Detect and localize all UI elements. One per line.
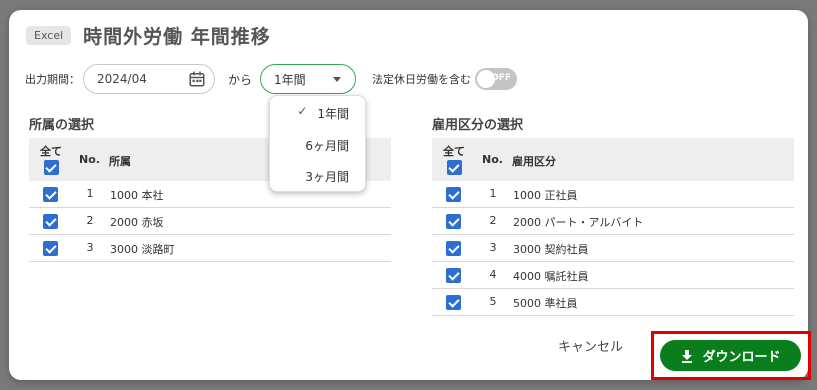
row-number: 3 [489,241,497,254]
table-row: 4 4000 嘱託社員 [432,262,794,289]
select-all-column: 全て [440,143,468,175]
affiliation-section-title: 所属の選択 [29,118,95,133]
select-all-column: 全て [37,143,65,175]
row-number: 3 [86,241,94,254]
download-label: ダウンロード [702,350,781,365]
table-row: 1 1000 正社員 [432,181,794,208]
holiday-toggle[interactable]: OFF [475,68,518,90]
holiday-label: 法定休日労働を含む [372,73,472,86]
dropdown-option-label: 3ヶ月間 [305,170,349,184]
row-name: 4000 嘱託社員 [513,270,589,283]
row-checkbox[interactable] [446,214,461,229]
row-number: 5 [489,295,497,308]
table-header: 全て No. 雇用区分 [432,138,794,181]
row-name: 1000 正社員 [513,189,578,202]
row-checkbox[interactable] [43,187,58,202]
row-name: 3000 契約社員 [513,243,589,256]
row-number: 1 [86,187,94,200]
dropdown-arrow-icon [333,76,342,82]
table-row: 3 3000 契約社員 [432,235,794,262]
start-date-field[interactable]: 2024/04 [83,64,215,94]
select-all-label: 全て [443,145,465,158]
start-date-value: 2024/04 [97,72,147,86]
download-button[interactable]: ダウンロード [660,340,801,371]
select-all-label: 全て [40,145,62,158]
duration-select[interactable]: 1年間 [260,64,357,94]
dialog-header: Excel 時間外労働 年間推移 [26,22,271,48]
duration-dropdown-menu: ✓ 1年間 6ヶ月間 3ヶ月間 [269,95,366,192]
dropdown-option-1year[interactable]: ✓ 1年間 [297,104,349,122]
calendar-icon[interactable] [188,70,206,88]
period-row: 出力期間： 2024/04 から 1年間 法定休日労働を含む OFF [25,64,518,94]
period-label: 出力期間： [25,73,80,86]
name-column-header: 雇用区分 [512,155,556,168]
row-checkbox[interactable] [446,241,461,256]
row-checkbox[interactable] [446,187,461,202]
excel-badge: Excel [26,25,72,45]
from-label: から [228,72,253,87]
no-column-header: No. [482,153,503,166]
check-icon: ✓ [297,104,308,118]
name-column-header: 所属 [109,155,131,168]
employment-table: 全て No. 雇用区分 1 1000 正社員 2 2000 パート・アルバイト … [432,138,794,316]
row-name: 5000 準社員 [513,297,578,310]
duration-value: 1年間 [274,72,306,87]
row-number: 4 [489,268,497,281]
table-row: 2 2000 パート・アルバイト [432,208,794,235]
dialog-title: 時間外労働 年間推移 [83,25,271,48]
table-row: 5 5000 準社員 [432,289,794,316]
dialog: Excel 時間外労働 年間推移 出力期間： 2024/04 から 1年間 法定… [9,10,808,380]
dropdown-option-6months[interactable]: 6ヶ月間 [305,137,349,154]
row-name: 3000 淡路町 [110,243,175,256]
row-checkbox[interactable] [43,214,58,229]
row-name: 2000 赤坂 [110,216,164,229]
select-all-checkbox[interactable] [43,160,59,175]
employment-section-title: 雇用区分の選択 [432,118,524,133]
table-row: 2 2000 赤坂 [29,208,391,235]
row-checkbox[interactable] [446,295,461,310]
row-number: 2 [86,214,94,227]
row-checkbox[interactable] [446,268,461,283]
dropdown-option-label: 1年間 [317,107,349,121]
row-number: 2 [489,214,497,227]
download-icon [682,349,693,363]
row-name: 1000 本社 [110,189,164,202]
row-number: 1 [489,187,497,200]
dropdown-option-3months[interactable]: 3ヶ月間 [305,168,349,185]
row-name: 2000 パート・アルバイト [513,216,644,229]
table-row: 3 3000 淡路町 [29,235,391,262]
cancel-button[interactable]: キャンセル [558,336,623,355]
select-all-checkbox[interactable] [446,160,462,175]
dropdown-option-label: 6ヶ月間 [305,139,349,153]
no-column-header: No. [79,153,100,166]
toggle-state-text: OFF [491,73,512,83]
row-checkbox[interactable] [43,241,58,256]
